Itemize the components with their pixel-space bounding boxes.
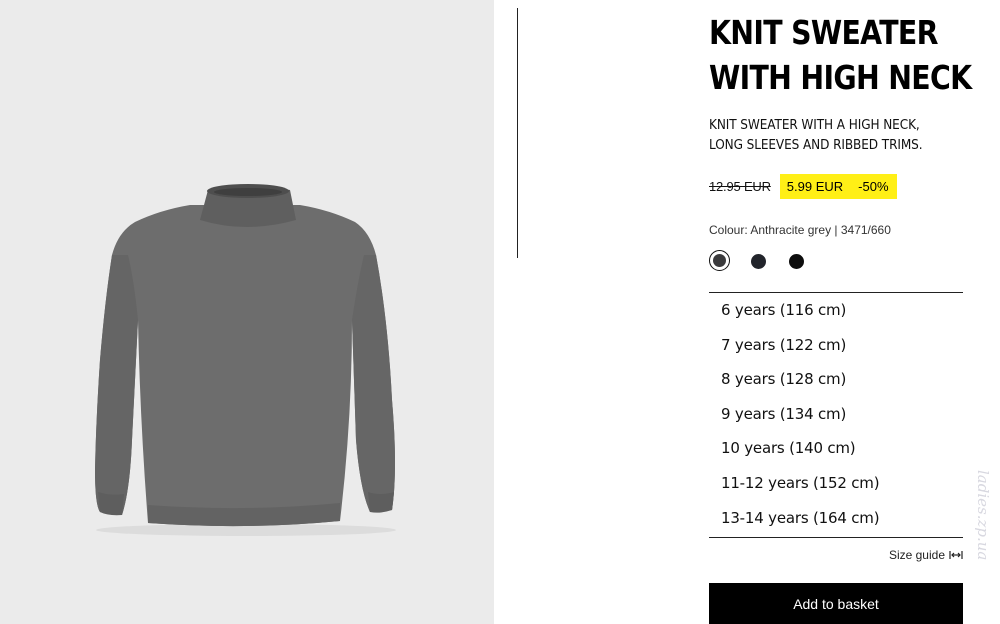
description-line-2: LONG SLEEVES AND RIBBED TRIMS. (709, 138, 923, 153)
size-option-11-12-years[interactable]: 11-12 years (152 cm) (709, 466, 963, 501)
size-option-6-years[interactable]: 6 years (116 cm) (709, 293, 963, 328)
discount-percent: -50% (858, 179, 889, 194)
size-option-7-years[interactable]: 7 years (122 cm) (709, 328, 963, 363)
watermark: ladies.zp.ua (974, 470, 992, 561)
add-to-basket-button[interactable]: Add to basket (709, 583, 963, 624)
size-option-10-years[interactable]: 10 years (140 cm) (709, 431, 963, 466)
product-image[interactable] (0, 0, 494, 624)
size-guide-label: Size guide (888, 548, 945, 562)
size-option-9-years[interactable]: 9 years (134 cm) (709, 397, 963, 432)
title-line-2: WITH HIGH NECK (709, 58, 972, 97)
size-option-8-years[interactable]: 8 years (128 cm) (709, 362, 963, 397)
description-line-1: KNIT SWEATER WITH A HIGH NECK, (709, 118, 920, 133)
size-guide-link[interactable]: Size guide (889, 548, 963, 562)
colour-info: Colour: Anthracite grey | 3471/660 (709, 223, 891, 237)
product-title: KNIT SWEATER WITH HIGH NECK (709, 10, 972, 100)
divider (517, 8, 518, 258)
ruler-arrows-icon (949, 551, 963, 559)
sale-price: 5.99 EUR (786, 179, 844, 194)
size-list: 6 years (116 cm) 7 years (122 cm) 8 year… (709, 292, 963, 538)
swatch-black[interactable] (789, 254, 804, 269)
title-line-1: KNIT SWEATER (709, 13, 938, 52)
swatch-anthracite-grey[interactable] (709, 250, 730, 271)
price-row: 12.95 EUR 5.99 EUR -50% (709, 174, 897, 199)
old-price: 12.95 EUR (709, 179, 771, 194)
colour-swatches (709, 250, 829, 274)
sale-badge: 5.99 EUR -50% (779, 174, 897, 199)
sweater-image (95, 184, 396, 536)
product-description: KNIT SWEATER WITH A HIGH NECK, LONG SLEE… (709, 116, 988, 156)
size-option-13-14-years[interactable]: 13-14 years (164 cm) (709, 501, 963, 536)
swatch-navy[interactable] (751, 254, 766, 269)
